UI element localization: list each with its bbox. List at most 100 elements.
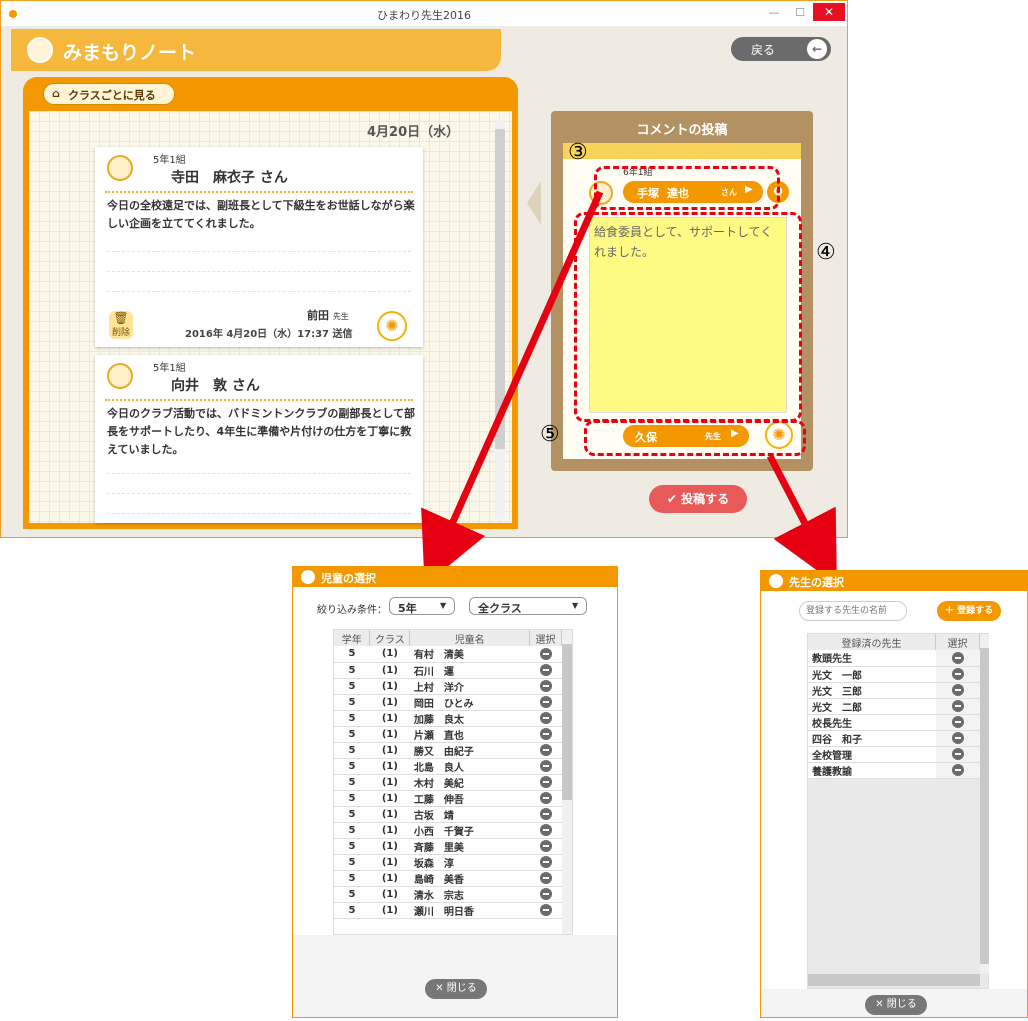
student-row[interactable]: 5 (1) 北島 良人 xyxy=(334,758,562,775)
student-row[interactable]: 5 (1) 片瀬 直也 xyxy=(334,726,562,743)
class-cell: (1) xyxy=(369,838,410,855)
class-select[interactable]: 全クラス ▼ xyxy=(469,597,587,615)
window-title: ひまわり先生2016 xyxy=(377,9,471,22)
scrollbar-thumb[interactable] xyxy=(980,648,989,964)
teacher-row[interactable]: 光文 三郎 xyxy=(808,682,980,699)
student-row[interactable]: 5 (1) 上村 洋介 xyxy=(334,678,562,695)
grade-cell: 5 xyxy=(334,694,370,711)
sunflower-icon: ✺ xyxy=(377,311,407,341)
scrollbar-thumb[interactable] xyxy=(495,129,505,449)
select-icon[interactable] xyxy=(539,872,552,884)
class-cell: (1) xyxy=(369,758,410,775)
post-button[interactable]: ✔ 投稿する xyxy=(649,485,747,513)
register-button[interactable]: ＋ 登録する xyxy=(937,601,1001,621)
teacher-row[interactable]: 校長先生 xyxy=(808,714,980,731)
select-icon[interactable] xyxy=(951,732,964,744)
horizontal-scrollbar[interactable] xyxy=(808,974,980,986)
select-icon[interactable] xyxy=(539,712,552,724)
select-icon[interactable] xyxy=(951,651,964,664)
person-icon xyxy=(301,570,315,584)
class-cell: (1) xyxy=(369,694,410,711)
teacher-row[interactable]: 全校管理 xyxy=(808,746,980,763)
student-row[interactable]: 5 (1) 島崎 美香 xyxy=(334,870,562,887)
student-row[interactable]: 5 (1) 斉藤 里美 xyxy=(334,838,562,855)
select-icon[interactable] xyxy=(951,700,964,712)
select-icon[interactable] xyxy=(539,904,552,916)
grade-cell: 5 xyxy=(334,870,370,887)
teacher-row[interactable]: 教頭先生 xyxy=(808,650,980,667)
student-class: 5年1組 xyxy=(153,155,186,166)
select-icon[interactable] xyxy=(539,824,552,836)
name-cell: 加藤 良太 xyxy=(409,710,530,727)
close-icon: ✕ xyxy=(875,999,884,1010)
select-icon[interactable] xyxy=(539,760,552,772)
name-cell: 工藤 伸吾 xyxy=(409,790,530,807)
class-cell: (1) xyxy=(369,870,410,887)
student-row[interactable]: 5 (1) 清水 宗志 xyxy=(334,886,562,903)
teacher-name-input[interactable] xyxy=(799,601,907,621)
select-icon[interactable] xyxy=(539,728,552,740)
card-band xyxy=(563,143,801,159)
select-icon[interactable] xyxy=(539,664,552,676)
name-cell: 上村 洋介 xyxy=(409,678,530,695)
select-icon[interactable] xyxy=(951,716,964,728)
select-icon[interactable] xyxy=(951,684,964,696)
close-icon: ✕ xyxy=(435,983,444,994)
select-icon[interactable] xyxy=(951,668,964,680)
student-row[interactable]: 5 (1) 有村 清美 xyxy=(334,646,562,663)
name-cell: 清水 宗志 xyxy=(409,886,530,903)
avatar-icon xyxy=(27,37,53,63)
select-icon[interactable] xyxy=(539,808,552,820)
class-cell: (1) xyxy=(369,710,410,727)
teacher-name-cell: 四谷 和子 xyxy=(808,730,936,747)
teacher-dialog: 先生の選択 ＋ 登録する 登録済の先生 選択 教頭先生光文 一郎光文 三郎光文 … xyxy=(760,570,1028,1018)
select-icon[interactable] xyxy=(539,744,552,756)
view-by-class-button[interactable]: ⌂ クラスごとに見る xyxy=(43,83,175,105)
select-icon[interactable] xyxy=(539,888,552,900)
check-icon: ✔ xyxy=(666,492,677,506)
select-icon[interactable] xyxy=(539,856,552,868)
student-row[interactable]: 5 (1) 小西 千賀子 xyxy=(334,822,562,839)
teacher-row[interactable]: 養護教諭 xyxy=(808,762,980,779)
maximize-icon[interactable]: ☐ xyxy=(787,5,813,21)
student-row[interactable]: 5 (1) 木村 美紀 xyxy=(334,774,562,791)
close-button[interactable]: ✕ 閉じる xyxy=(865,995,927,1015)
student-row[interactable]: 5 (1) 勝又 由紀子 xyxy=(334,742,562,759)
grade-select[interactable]: 5年 ▼ xyxy=(389,597,455,615)
student-row[interactable]: 5 (1) 石川 運 xyxy=(334,662,562,679)
teacher-row[interactable]: 光文 一郎 xyxy=(808,666,980,683)
date-heading: 4月20日（水） xyxy=(367,125,460,140)
select-icon[interactable] xyxy=(539,647,552,660)
student-row[interactable]: 5 (1) 坂森 淳 xyxy=(334,854,562,871)
delete-button[interactable]: 🗑 削除 xyxy=(109,311,133,339)
close-button[interactable]: ✕ 閉じる xyxy=(425,979,487,999)
page-title: みまもりノート xyxy=(63,42,197,64)
grade-cell: 5 xyxy=(334,646,370,663)
close-icon[interactable]: ✕ xyxy=(813,3,845,21)
teacher-row[interactable]: 光文 二郎 xyxy=(808,698,980,715)
divider xyxy=(105,191,413,193)
grade-cell: 5 xyxy=(334,726,370,743)
select-icon[interactable] xyxy=(539,776,552,788)
select-icon[interactable] xyxy=(539,840,552,852)
notes-panel: ⌂ クラスごとに見る 4月20日（水） 5年1組 寺田 麻衣子 さん 今日の全校… xyxy=(23,77,518,529)
back-button[interactable]: 戻る ← xyxy=(731,37,831,61)
minimize-icon[interactable]: — xyxy=(761,5,787,21)
name-cell: 古坂 靖 xyxy=(409,806,530,823)
student-row[interactable]: 5 (1) 加藤 良太 xyxy=(334,710,562,727)
scrollbar-thumb[interactable] xyxy=(562,644,572,800)
student-row[interactable]: 5 (1) 工藤 伸吾 xyxy=(334,790,562,807)
student-row[interactable]: 5 (1) 瀬川 明日香 xyxy=(334,902,562,919)
comment-title: コメントの投稿 xyxy=(636,123,728,138)
notes-list: 4月20日（水） 5年1組 寺田 麻衣子 さん 今日の全校遠足では、副班長として… xyxy=(29,111,512,523)
select-icon[interactable] xyxy=(951,748,964,760)
select-icon[interactable] xyxy=(951,764,964,776)
student-row[interactable]: 5 (1) 古坂 靖 xyxy=(334,806,562,823)
select-icon[interactable] xyxy=(539,696,552,708)
select-icon[interactable] xyxy=(539,680,552,692)
teacher-row[interactable]: 四谷 和子 xyxy=(808,730,980,747)
select-icon[interactable] xyxy=(539,792,552,804)
filter-label: 絞り込み条件： xyxy=(317,605,387,616)
teacher-name: 前田 先生 xyxy=(307,309,349,322)
student-row[interactable]: 5 (1) 岡田 ひとみ xyxy=(334,694,562,711)
